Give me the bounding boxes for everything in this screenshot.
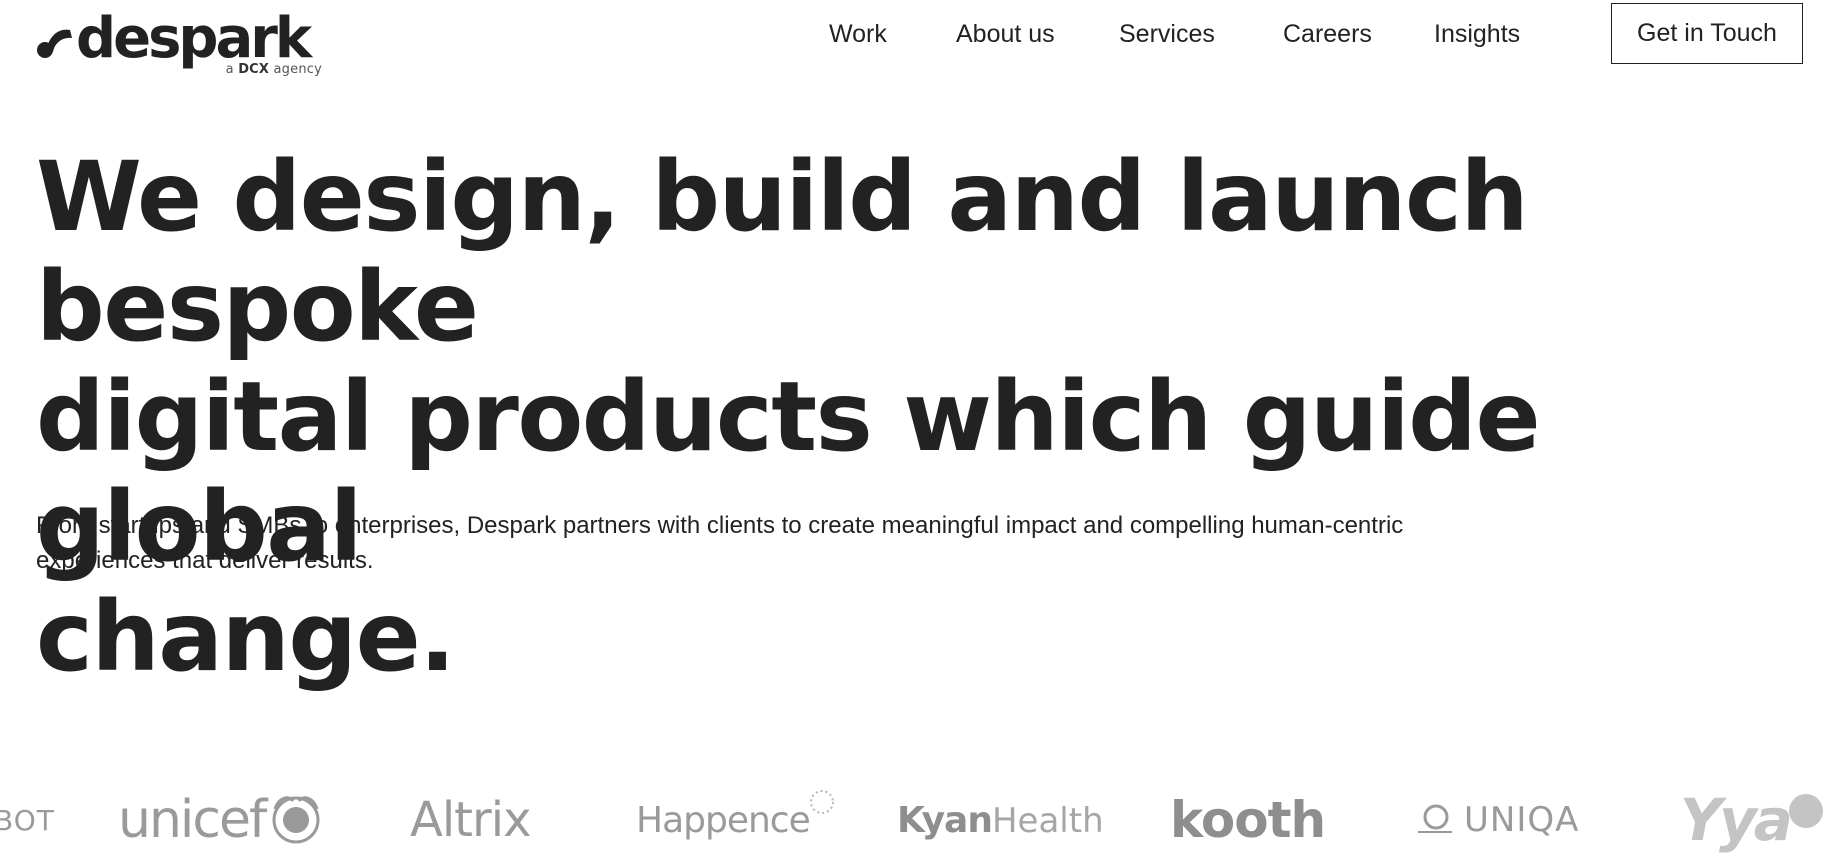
client-logo-kooth: kooth bbox=[1170, 780, 1326, 860]
site-header: despark a DCX agency Work About us Servi… bbox=[0, 0, 1848, 90]
happence-burst-icon bbox=[809, 790, 834, 814]
client-logo-text: Happence bbox=[636, 799, 811, 841]
client-logo-text: BOT bbox=[0, 803, 55, 837]
client-logo-text: unicef bbox=[118, 790, 267, 850]
hero-subtitle: From startups and SMBs to enterprises, D… bbox=[36, 508, 1556, 578]
yya-badge-icon bbox=[1788, 794, 1823, 828]
brand-tagline-suffix: agency bbox=[273, 62, 322, 77]
brand-tagline: a DCX agency bbox=[226, 62, 322, 77]
hero-title: We design, build and launch bespoke digi… bbox=[36, 142, 1796, 692]
client-logo-text-light: Health bbox=[991, 800, 1104, 841]
hero-title-line: change. bbox=[36, 581, 456, 693]
despark-mark-icon bbox=[37, 29, 72, 58]
nav-item-services[interactable]: Services bbox=[1119, 14, 1215, 54]
client-logo-text: Yya bbox=[1680, 786, 1793, 854]
client-logo-happence: Happence bbox=[636, 780, 836, 860]
client-logo-text: KyanHealth bbox=[897, 800, 1104, 841]
client-logo-kyanhealth: KyanHealth bbox=[897, 780, 1104, 860]
unicef-emblem-icon bbox=[272, 796, 320, 844]
client-logo-text-bold: Kyan bbox=[897, 799, 993, 841]
client-logo-yya: Yya bbox=[1680, 780, 1826, 860]
nav-item-work[interactable]: Work bbox=[829, 14, 887, 54]
nav-item-careers[interactable]: Careers bbox=[1283, 14, 1372, 54]
brand-tagline-prefix: a bbox=[225, 62, 234, 77]
hero-subtitle-line: From startups and SMBs to enterprises, D… bbox=[36, 512, 1404, 539]
hero-title-line: We design, build and launch bespoke bbox=[36, 141, 1529, 363]
client-logo-uniqa: UNIQA bbox=[1412, 780, 1579, 860]
uniqa-emblem-icon bbox=[1418, 804, 1452, 833]
client-logo-bot: BOT bbox=[0, 780, 55, 860]
brand-tagline-strong: DCX bbox=[238, 62, 270, 77]
client-logo-text: UNIQA bbox=[1464, 800, 1580, 840]
client-logo-text: kooth bbox=[1170, 791, 1326, 849]
nav-item-insights[interactable]: Insights bbox=[1434, 14, 1520, 54]
hero-subtitle-line: experiences that deliver results. bbox=[36, 547, 374, 574]
nav-item-about-us[interactable]: About us bbox=[956, 14, 1055, 54]
client-logo-altrix: Altrix bbox=[410, 780, 531, 860]
brand-logo[interactable]: despark a DCX agency bbox=[36, 6, 322, 82]
client-logo-unicef: unicef bbox=[118, 780, 323, 860]
get-in-touch-button[interactable]: Get in Touch bbox=[1611, 3, 1803, 64]
client-logo-strip: BOT unicef Altrix Happence KyanHealth ko… bbox=[0, 780, 1848, 860]
